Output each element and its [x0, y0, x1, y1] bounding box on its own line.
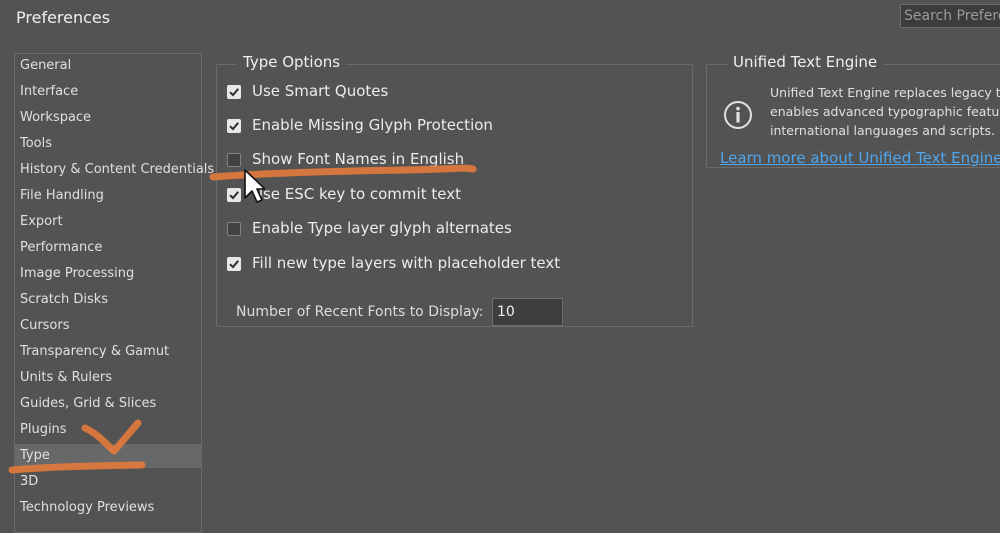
checkbox-checked[interactable]: [227, 85, 241, 99]
sidebar-item-history-content-credentials[interactable]: History & Content Credentials: [15, 158, 214, 182]
info-icon: [724, 101, 752, 129]
description-line: Unified Text Engine replaces legacy text: [770, 85, 1000, 100]
sidebar-item-units-rulers[interactable]: Units & Rulers: [15, 366, 201, 390]
sidebar-item-technology-previews[interactable]: Technology Previews: [15, 496, 201, 520]
learn-more-link[interactable]: Learn more about Unified Text Engine: [720, 149, 1000, 167]
unified-text-engine-description: Unified Text Engine replaces legacy text…: [770, 83, 1000, 140]
option-label: Use Smart Quotes: [252, 82, 389, 100]
option-label: Fill new type layers with placeholder te…: [252, 254, 561, 272]
recent-fonts-label: Number of Recent Fonts to Display:: [236, 304, 484, 320]
type-options-title: Type Options: [237, 53, 347, 71]
sidebar-item-tools[interactable]: Tools: [15, 132, 201, 156]
sidebar-item-export[interactable]: Export: [15, 210, 201, 234]
annotation-underline-type-stroke: [8, 461, 146, 474]
search-input[interactable]: [900, 4, 1000, 28]
unified-text-engine-group: Unified Text Engine Unified Text Engine …: [706, 53, 1000, 168]
unified-text-engine-title: Unified Text Engine: [727, 53, 884, 71]
sidebar-item-scratch-disks[interactable]: Scratch Disks: [15, 288, 201, 312]
sidebar-item-file-handling[interactable]: File Handling: [15, 184, 201, 208]
checkbox-checked[interactable]: [227, 119, 241, 133]
option-label: Enable Type layer glyph alternates: [252, 219, 512, 237]
window-title: Preferences: [16, 8, 111, 27]
title-bar: Preferences: [0, 0, 1000, 36]
type-options-group: Type Options Use Smart Quotes Enable Mis…: [216, 53, 693, 327]
description-line: enables advanced typographic features: [770, 104, 1000, 119]
description-line: international languages and scripts.: [770, 123, 996, 138]
sidebar-item-interface[interactable]: Interface: [15, 80, 201, 104]
sidebar-item-performance[interactable]: Performance: [15, 236, 201, 260]
sidebar-item-image-processing[interactable]: Image Processing: [15, 262, 201, 286]
recent-fonts-input[interactable]: [492, 298, 563, 326]
sidebar-item-general[interactable]: General: [15, 54, 201, 78]
mouse-pointer-icon: [244, 169, 265, 203]
checkbox-checked[interactable]: [227, 257, 241, 271]
sidebar-item-cursors[interactable]: Cursors: [15, 314, 201, 338]
sidebar-item-workspace[interactable]: Workspace: [15, 106, 201, 130]
checkbox-unchecked[interactable]: [227, 222, 241, 236]
option-label: Enable Missing Glyph Protection: [252, 116, 493, 134]
checkbox-checked[interactable]: [227, 188, 241, 202]
sidebar-item-guides-grid-slices[interactable]: Guides, Grid & Slices: [15, 392, 201, 416]
sidebar-item-transparency-gamut[interactable]: Transparency & Gamut: [15, 340, 201, 364]
